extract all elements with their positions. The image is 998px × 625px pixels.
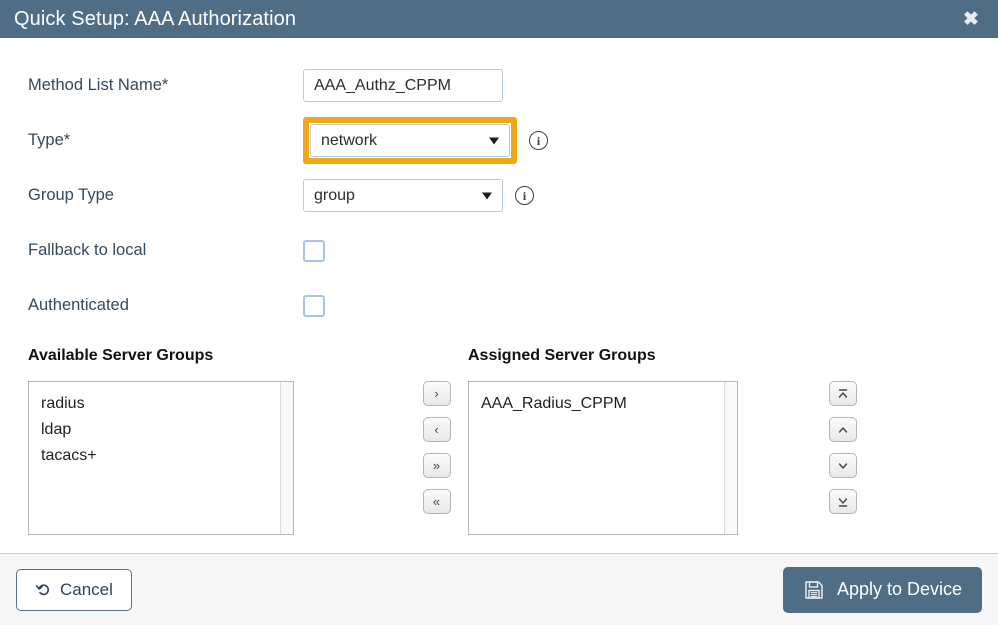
authenticated-checkbox[interactable] bbox=[303, 294, 325, 317]
group-type-label: Group Type bbox=[28, 186, 114, 204]
move-down-button[interactable] bbox=[829, 453, 857, 478]
move-to-bottom-button[interactable] bbox=[829, 489, 857, 514]
save-icon bbox=[805, 580, 823, 599]
row-method-list-name: Method List Name* bbox=[28, 58, 970, 113]
apply-to-device-button[interactable]: Apply to Device bbox=[782, 566, 982, 613]
list-item[interactable]: ldap bbox=[41, 417, 281, 443]
order-buttons-column bbox=[803, 347, 883, 514]
type-field-wrap: network i bbox=[303, 117, 548, 164]
list-item[interactable]: tacacs+ bbox=[41, 443, 281, 469]
row-fallback-to-local: Fallback to local bbox=[28, 223, 970, 278]
move-all-right-button[interactable]: » bbox=[422, 453, 451, 478]
fallback-to-local-field-wrap bbox=[303, 239, 325, 262]
available-column: Available Server Groups radius ldap taca… bbox=[28, 347, 405, 535]
method-list-name-label: Method List Name* bbox=[28, 76, 169, 94]
server-groups-transfer: Available Server Groups radius ldap taca… bbox=[28, 347, 970, 535]
move-to-top-button[interactable] bbox=[829, 381, 857, 406]
apply-to-device-label: Apply to Device bbox=[836, 579, 962, 599]
available-server-groups-list[interactable]: radius ldap tacacs+ bbox=[28, 381, 294, 535]
type-highlight-ring: network bbox=[303, 117, 517, 164]
available-list-inner: radius ldap tacacs+ bbox=[29, 382, 293, 478]
list-item[interactable]: AAA_Radius_CPPM bbox=[481, 391, 725, 417]
dialog-header: Quick Setup: AAA Authorization ✖ bbox=[0, 0, 998, 38]
authenticated-label: Authenticated bbox=[28, 296, 129, 314]
info-icon-group-type[interactable]: i bbox=[515, 186, 534, 205]
chevron-down-icon bbox=[482, 192, 492, 199]
undo-icon bbox=[35, 584, 49, 596]
assigned-list-inner: AAA_Radius_CPPM bbox=[469, 382, 737, 426]
assigned-column: Assigned Server Groups AAA_Radius_CPPM bbox=[468, 347, 803, 535]
available-list-scrollbar[interactable] bbox=[280, 382, 293, 534]
group-type-select-value: group bbox=[314, 186, 355, 204]
transfer-buttons-column: › ‹ » « bbox=[405, 347, 468, 514]
row-group-type: Group Type group i bbox=[28, 168, 970, 223]
method-list-name-input[interactable] bbox=[303, 69, 503, 102]
group-type-field-wrap: group i bbox=[303, 179, 534, 212]
cancel-button-label: Cancel bbox=[60, 579, 113, 599]
type-select[interactable]: network bbox=[310, 124, 510, 157]
assigned-server-groups-list[interactable]: AAA_Radius_CPPM bbox=[468, 381, 738, 535]
assigned-server-groups-heading: Assigned Server Groups bbox=[468, 347, 656, 364]
move-up-button[interactable] bbox=[829, 417, 857, 442]
type-label: Type* bbox=[28, 131, 71, 149]
move-left-button[interactable]: ‹ bbox=[422, 417, 451, 442]
move-right-button[interactable]: › bbox=[422, 381, 451, 406]
list-item[interactable]: radius bbox=[41, 391, 281, 417]
method-list-name-field-wrap bbox=[303, 69, 503, 102]
available-server-groups-heading: Available Server Groups bbox=[28, 347, 214, 364]
row-authenticated: Authenticated bbox=[28, 278, 970, 333]
row-type: Type* network i bbox=[28, 113, 970, 168]
cancel-button[interactable]: Cancel bbox=[16, 568, 132, 611]
chevron-down-icon bbox=[489, 137, 499, 144]
fallback-to-local-label: Fallback to local bbox=[28, 241, 147, 259]
dialog-title: Quick Setup: AAA Authorization bbox=[14, 7, 297, 30]
info-icon-type[interactable]: i bbox=[529, 131, 548, 150]
quick-setup-dialog: Quick Setup: AAA Authorization ✖ Method … bbox=[0, 0, 998, 625]
move-all-left-button[interactable]: « bbox=[422, 489, 451, 514]
dialog-body: Method List Name* Type* network i Group … bbox=[0, 38, 998, 553]
assigned-list-scrollbar[interactable] bbox=[724, 382, 737, 534]
fallback-to-local-checkbox[interactable] bbox=[303, 239, 325, 262]
dialog-footer: Cancel Apply to Device bbox=[0, 553, 998, 625]
close-icon[interactable]: ✖ bbox=[960, 8, 982, 30]
group-type-select[interactable]: group bbox=[303, 179, 503, 212]
authenticated-field-wrap bbox=[303, 294, 325, 317]
